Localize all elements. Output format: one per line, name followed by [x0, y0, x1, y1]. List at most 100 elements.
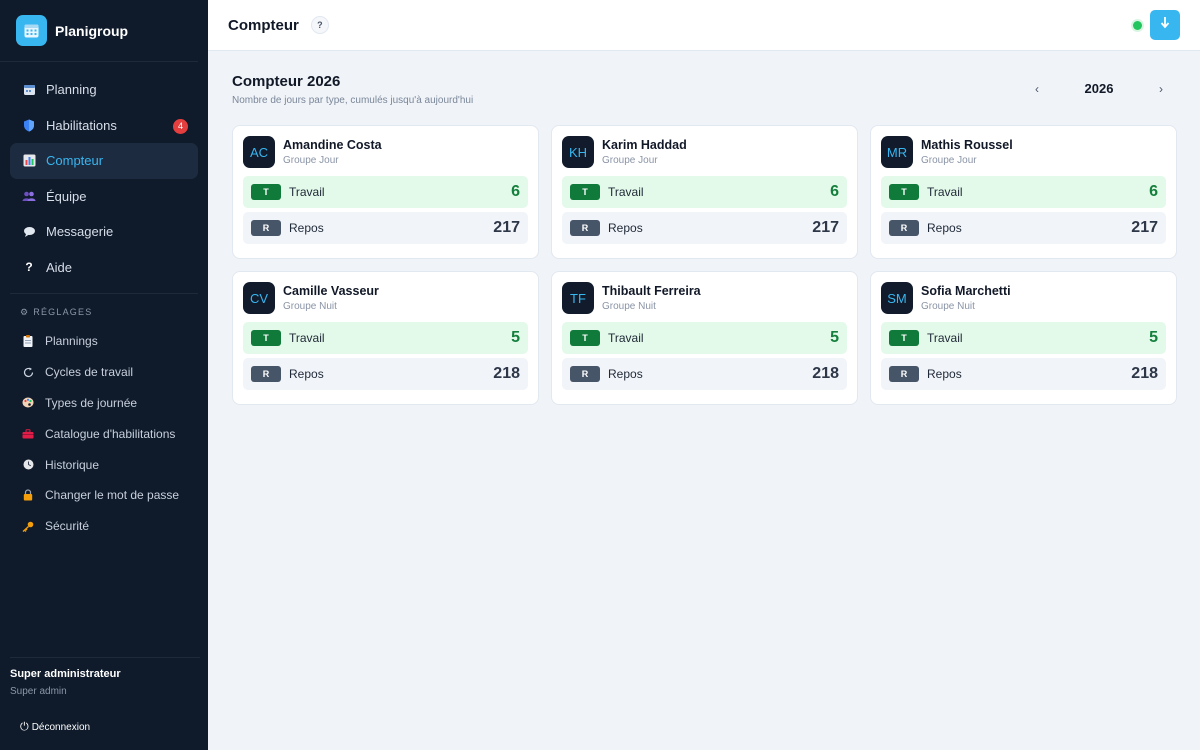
work-label: Travail — [927, 331, 963, 345]
rest-row: R Repos 217 — [881, 212, 1166, 244]
rest-row: R Repos 218 — [881, 358, 1166, 390]
work-label: Travail — [927, 185, 963, 199]
chat-bubble-icon — [22, 225, 36, 239]
sidebar: Planigroup Planning Habilitations 4 Comp… — [0, 0, 208, 750]
person-card: CV Camille Vasseur Groupe Nuit T Travail… — [232, 271, 539, 405]
work-label: Travail — [289, 331, 325, 345]
refresh-icon — [22, 367, 34, 378]
settings-item-catalogue[interactable]: Catalogue d'habilitations — [0, 418, 208, 449]
person-name: Camille Vasseur — [283, 284, 379, 298]
nav-label: Habilitations — [46, 117, 117, 133]
rest-row: R Repos 218 — [562, 358, 847, 390]
settings-item-securite[interactable]: Sécurité — [0, 511, 208, 542]
rest-tag: R — [570, 366, 600, 382]
nav-item-compteur[interactable]: Compteur — [10, 143, 198, 179]
person-group: Groupe Jour — [921, 155, 977, 166]
card-header: CV Camille Vasseur Groupe Nuit — [243, 282, 528, 314]
gear-icon: ⚙ — [20, 306, 30, 317]
divider — [10, 293, 198, 294]
bar-chart-icon — [22, 154, 36, 168]
settings-item-types-journee[interactable]: Types de journée — [0, 388, 208, 419]
logout-button[interactable]: ⏻ Déconnexion — [0, 704, 208, 750]
sidebar-footer: Super administrateur Super admin ⏻ Décon… — [0, 657, 208, 750]
shield-icon — [22, 118, 36, 132]
nav-label: Compteur — [46, 153, 104, 169]
person-info: Thibault Ferreira Groupe Nuit — [602, 284, 701, 312]
rest-label: Repos — [608, 367, 643, 381]
download-arrow-icon — [1160, 16, 1170, 34]
settings-item-label: Types de journée — [45, 395, 138, 410]
settings-item-password[interactable]: Changer le mot de passe — [0, 480, 208, 511]
rest-tag: R — [889, 366, 919, 382]
settings-item-label: Sécurité — [45, 519, 90, 534]
rest-label: Repos — [289, 221, 324, 235]
page-header-title: Compteur — [228, 16, 299, 34]
rest-row: R Repos 217 — [243, 212, 528, 244]
work-value: 6 — [1149, 183, 1158, 200]
rest-label: Repos — [927, 221, 962, 235]
rest-value: 217 — [493, 219, 520, 236]
work-value: 5 — [830, 329, 839, 346]
notification-badge: 4 — [173, 118, 188, 134]
lock-icon — [22, 489, 34, 501]
nav-item-equipe[interactable]: Équipe — [10, 179, 198, 215]
top-bar: Compteur ? — [208, 0, 1200, 51]
work-row: T Travail 6 — [562, 176, 847, 208]
calendar-icon — [22, 83, 36, 97]
team-icon — [22, 189, 36, 203]
card-header: TF Thibault Ferreira Groupe Nuit — [562, 282, 847, 314]
work-value: 6 — [511, 183, 520, 200]
user-name: Super administrateur — [10, 668, 121, 680]
help-button[interactable]: ? — [310, 16, 329, 34]
question-icon: ? — [25, 260, 33, 275]
person-card: SM Sofia Marchetti Groupe Nuit T Travail… — [870, 271, 1177, 405]
settings-item-plannings[interactable]: Plannings — [0, 326, 208, 357]
main-nav: Planning Habilitations 4 Compteur Équipe — [0, 62, 208, 285]
settings-item-historique[interactable]: Historique — [0, 449, 208, 480]
person-group: Groupe Jour — [283, 155, 339, 166]
nav-item-habilitations[interactable]: Habilitations 4 — [10, 108, 198, 144]
rest-label: Repos — [608, 221, 643, 235]
work-row: T Travail 6 — [881, 176, 1166, 208]
work-tag: T — [889, 184, 919, 200]
settings-item-label: Changer le mot de passe — [45, 488, 180, 503]
avatar: TF — [562, 282, 594, 314]
person-card: MR Mathis Roussel Groupe Jour T Travail … — [870, 125, 1177, 259]
person-group: Groupe Nuit — [921, 301, 975, 312]
rest-value: 217 — [812, 219, 839, 236]
person-name: Karim Haddad — [602, 138, 687, 152]
next-year-button[interactable]: › — [1154, 82, 1168, 96]
app-name: Planigroup — [55, 22, 129, 39]
work-tag: T — [889, 330, 919, 346]
nav-item-planning[interactable]: Planning — [10, 72, 198, 108]
person-info: Amandine Costa Groupe Jour — [283, 138, 382, 166]
settings-item-label: Cycles de travail — [45, 365, 134, 380]
person-name: Mathis Roussel — [921, 138, 1013, 152]
rest-value: 217 — [1131, 219, 1158, 236]
work-tag: T — [251, 330, 281, 346]
previous-year-button[interactable]: ‹ — [1030, 82, 1044, 96]
nav-item-aide[interactable]: ? Aide — [10, 250, 198, 286]
rest-value: 218 — [812, 365, 839, 382]
work-row: T Travail 5 — [881, 322, 1166, 354]
card-header: KH Karim Haddad Groupe Jour — [562, 136, 847, 168]
settings-item-cycles[interactable]: Cycles de travail — [0, 357, 208, 388]
settings-item-label: Catalogue d'habilitations — [45, 426, 176, 441]
nav-label: Planning — [46, 82, 97, 98]
person-group: Groupe Nuit — [283, 301, 337, 312]
download-button[interactable] — [1150, 10, 1180, 40]
settings-section-title: ⚙ RÉGLAGES — [0, 304, 208, 320]
settings-item-label: Historique — [45, 457, 100, 472]
settings-item-label: Plannings — [45, 334, 98, 349]
nav-item-messagerie[interactable]: Messagerie — [10, 214, 198, 250]
person-name: Amandine Costa — [283, 138, 382, 152]
avatar: SM — [881, 282, 913, 314]
work-row: T Travail 5 — [243, 322, 528, 354]
power-icon: ⏻ — [20, 720, 29, 733]
brand[interactable]: Planigroup — [0, 0, 198, 62]
card-header: SM Sofia Marchetti Groupe Nuit — [881, 282, 1166, 314]
settings-list: Plannings Cycles de travail Types de jou… — [0, 326, 208, 542]
nav-label: Équipe — [46, 188, 87, 204]
work-row: T Travail 6 — [243, 176, 528, 208]
work-value: 5 — [1149, 329, 1158, 346]
